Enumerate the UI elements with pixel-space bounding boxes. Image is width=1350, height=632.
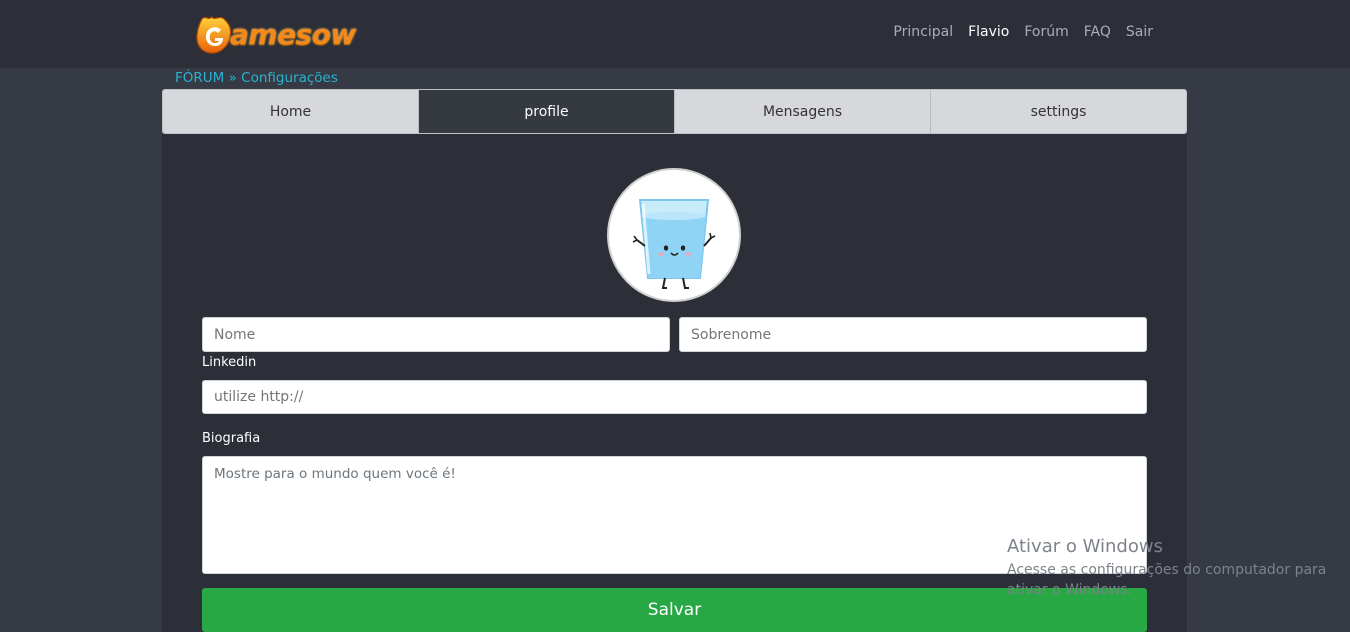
nav-forum[interactable]: Forúm <box>1024 24 1068 40</box>
bio-label: Biografia <box>202 431 261 446</box>
tab-home[interactable]: Home <box>163 90 419 133</box>
top-navbar: amesow Principal Flavio Forúm FAQ Sair <box>0 0 1350 68</box>
tab-profile[interactable]: profile <box>419 90 675 133</box>
bio-textarea[interactable]: Mostre para o mundo quem você é! <box>202 456 1147 574</box>
watermark-line-2: ativar o Windows. <box>1007 582 1132 598</box>
nav-links: Principal Flavio Forúm FAQ Sair <box>893 24 1153 40</box>
tab-mensagens[interactable]: Mensagens <box>675 90 931 133</box>
nav-sair[interactable]: Sair <box>1126 24 1153 40</box>
tab-bar: Home profile Mensagens settings <box>162 89 1187 134</box>
nav-user-flavio[interactable]: Flavio <box>968 24 1009 40</box>
windows-activation-watermark: Ativar o Windows Acesse as configurações… <box>1007 536 1326 600</box>
save-button[interactable]: Salvar <box>202 588 1147 632</box>
last-name-field[interactable] <box>679 317 1147 352</box>
linkedin-field[interactable] <box>202 380 1147 414</box>
nav-faq[interactable]: FAQ <box>1084 24 1111 40</box>
first-name-field[interactable] <box>202 317 670 352</box>
logo-text: amesow <box>230 17 356 51</box>
tab-settings[interactable]: settings <box>931 90 1186 133</box>
gamesow-logo[interactable]: amesow <box>194 12 356 56</box>
breadcrumb[interactable]: FÓRUM » Configurações <box>175 70 338 86</box>
watermark-title: Ativar o Windows <box>1007 536 1163 557</box>
flame-g-logo-icon <box>196 15 232 54</box>
water-glass-avatar-icon <box>632 199 716 289</box>
avatar[interactable] <box>607 168 741 302</box>
linkedin-label: Linkedin <box>202 355 257 370</box>
nav-principal[interactable]: Principal <box>893 24 953 40</box>
watermark-line-1: Acesse as configurações do computador pa… <box>1007 562 1327 578</box>
